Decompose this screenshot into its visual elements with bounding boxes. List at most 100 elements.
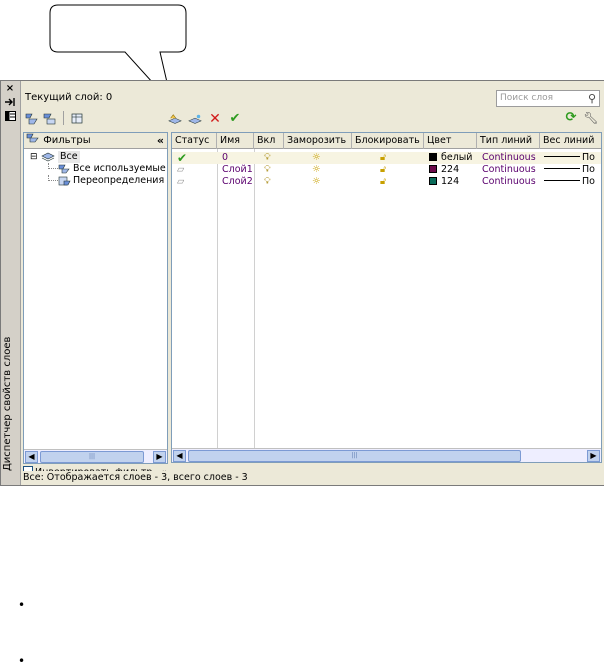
autohide-icon[interactable] [3, 97, 17, 109]
sun-thawed-icon[interactable]: ☼ [312, 164, 321, 176]
col-lineweight[interactable]: Вес линий [540, 133, 601, 149]
scroll-thumb[interactable]: ||| [188, 450, 521, 462]
layer-list-header: Статус Имя Вкл Заморозить Блокировать Цв… [172, 133, 601, 149]
collapse-filters-button[interactable]: « [157, 133, 164, 148]
lineweight-sample [544, 156, 580, 157]
filter-tree-header: Фильтры « [24, 133, 167, 149]
color-name: 124 [441, 176, 460, 187]
lineweight-value: По [582, 164, 595, 175]
tree-item-overrides[interactable]: Переопределения [24, 175, 167, 187]
layer-linetype[interactable]: Continuous [482, 176, 536, 188]
tree-item-label: Переопределения [73, 175, 165, 186]
layer-status-icon[interactable]: ▱ [177, 176, 184, 188]
layer-name[interactable]: Слой2 [222, 176, 253, 188]
filter-tree-hscrollbar[interactable]: ◀ ||| ▶ [24, 449, 167, 463]
tree-connector [48, 175, 58, 181]
col-lock[interactable]: Блокировать [352, 133, 424, 149]
refresh-icon[interactable]: ⟳ [564, 111, 578, 125]
scroll-thumb[interactable]: ||| [40, 451, 144, 463]
layer-name[interactable]: 0 [222, 152, 228, 164]
col-color[interactable]: Цвет [424, 133, 477, 149]
filter-icon [26, 133, 43, 146]
tree-item-all[interactable]: ⊟ Все [24, 151, 167, 163]
col-linetype[interactable]: Тип линий [477, 133, 540, 149]
palette-side-strip: × Диспетчер свойств слоев [1, 81, 21, 485]
new-layer-vp-frozen-icon[interactable] [188, 112, 202, 126]
layer-toolbar: ✕ ✔ [168, 111, 242, 127]
bulb-on-icon[interactable]: 💡︎ [264, 164, 271, 176]
filter-toolbar [25, 111, 84, 127]
new-group-filter-icon[interactable] [43, 111, 57, 125]
lineweight-sample [544, 168, 580, 169]
new-layer-icon[interactable] [168, 112, 182, 126]
unlocked-icon[interactable]: 🔓︎ [380, 176, 386, 188]
layer-row[interactable]: ✔ 0 💡︎ ☼ 🔓︎ белый Continuous По [172, 152, 601, 164]
search-icon[interactable]: ⚲ [588, 91, 596, 106]
color-name: белый [441, 152, 473, 163]
search-placeholder: Поиск слоя [500, 93, 553, 103]
bullet: • [18, 654, 26, 668]
layer-linetype[interactable]: Continuous [482, 152, 536, 164]
layer-color[interactable]: 224 [429, 164, 459, 176]
layer-row[interactable]: ▱ Слой2 💡︎ ☼ 🔓︎ 124 Continuous По [172, 176, 601, 188]
override-filter-icon [58, 176, 71, 187]
color-swatch [429, 153, 437, 161]
layers-filter-icon [41, 152, 55, 163]
tree-item-label: Все используемые [73, 163, 166, 174]
color-name: 224 [441, 164, 460, 175]
toolbar-right: ⟳ 🔧︎ [564, 111, 599, 127]
col-name[interactable]: Имя [217, 133, 254, 149]
search-input[interactable]: Поиск слоя ⚲ [496, 90, 600, 107]
property-filter-icon [58, 164, 71, 175]
col-on[interactable]: Вкл [254, 133, 284, 149]
lineweight-value: По [582, 152, 595, 163]
layer-list-hscrollbar[interactable]: ◀ ||| ▶ [172, 448, 601, 462]
lineweight-sample [544, 180, 580, 181]
bullet: • [18, 598, 26, 612]
layer-lineweight[interactable]: По [544, 176, 595, 188]
layer-lineweight[interactable]: По [544, 152, 595, 164]
lineweight-value: По [582, 176, 595, 187]
scroll-right-button[interactable]: ▶ [153, 451, 166, 463]
layer-list-panel: Статус Имя Вкл Заморозить Блокировать Цв… [171, 132, 602, 463]
layer-row[interactable]: ▱ Слой1 💡︎ ☼ 🔓︎ 224 Continuous По [172, 164, 601, 176]
palette-title: Диспетчер свойств слоев [2, 336, 13, 471]
delete-layer-icon[interactable]: ✕ [208, 112, 222, 126]
scroll-right-button[interactable]: ▶ [587, 450, 600, 462]
current-layer-icon[interactable]: ✔ [177, 152, 187, 164]
layer-name[interactable]: Слой1 [222, 164, 253, 176]
tree-item-all-used[interactable]: Все используемые [24, 163, 167, 175]
bulb-on-icon[interactable]: 💡︎ [264, 176, 271, 188]
unlocked-icon[interactable]: 🔓︎ [380, 164, 386, 176]
close-icon[interactable]: × [3, 83, 17, 95]
layer-color[interactable]: белый [429, 152, 472, 164]
grid-line [254, 149, 255, 448]
bulb-on-icon[interactable]: 💡︎ [264, 152, 271, 164]
layer-states-manager-icon[interactable] [70, 111, 84, 125]
palette-content: Текущий слой: 0 Поиск слоя ⚲ ✕ ✔ ⟳ 🔧︎ Фи… [22, 81, 604, 485]
tree-connector [48, 163, 58, 169]
set-current-icon[interactable]: ✔ [228, 112, 242, 126]
layer-lineweight[interactable]: По [544, 164, 595, 176]
color-swatch [429, 165, 437, 173]
layer-linetype[interactable]: Continuous [482, 164, 536, 176]
scroll-left-button[interactable]: ◀ [173, 450, 186, 462]
expander-icon[interactable]: ⊟ [30, 151, 38, 163]
filter-tree-panel: Фильтры « ⊟ Все Все используемые Переопр… [23, 132, 168, 464]
status-text: Все: Отображается слоев - 3, всего слоев… [23, 472, 248, 483]
toolbar-separator [63, 111, 64, 125]
settings-icon[interactable]: 🔧︎ [583, 111, 598, 125]
sun-thawed-icon[interactable]: ☼ [312, 152, 321, 164]
scroll-left-button[interactable]: ◀ [25, 451, 38, 463]
col-freeze[interactable]: Заморозить [284, 133, 352, 149]
col-status[interactable]: Статус [172, 133, 217, 149]
grid-line [217, 149, 218, 448]
layer-status-icon[interactable]: ▱ [177, 164, 184, 176]
current-layer-label: Текущий слой: 0 [25, 92, 113, 103]
status-bar: Все: Отображается слоев - 3, всего слоев… [22, 471, 604, 485]
tree-item-label: Все [58, 151, 80, 163]
unlocked-icon[interactable]: 🔓︎ [380, 152, 386, 164]
sun-thawed-icon[interactable]: ☼ [312, 176, 321, 188]
new-property-filter-icon[interactable] [25, 111, 39, 125]
layer-color[interactable]: 124 [429, 176, 459, 188]
